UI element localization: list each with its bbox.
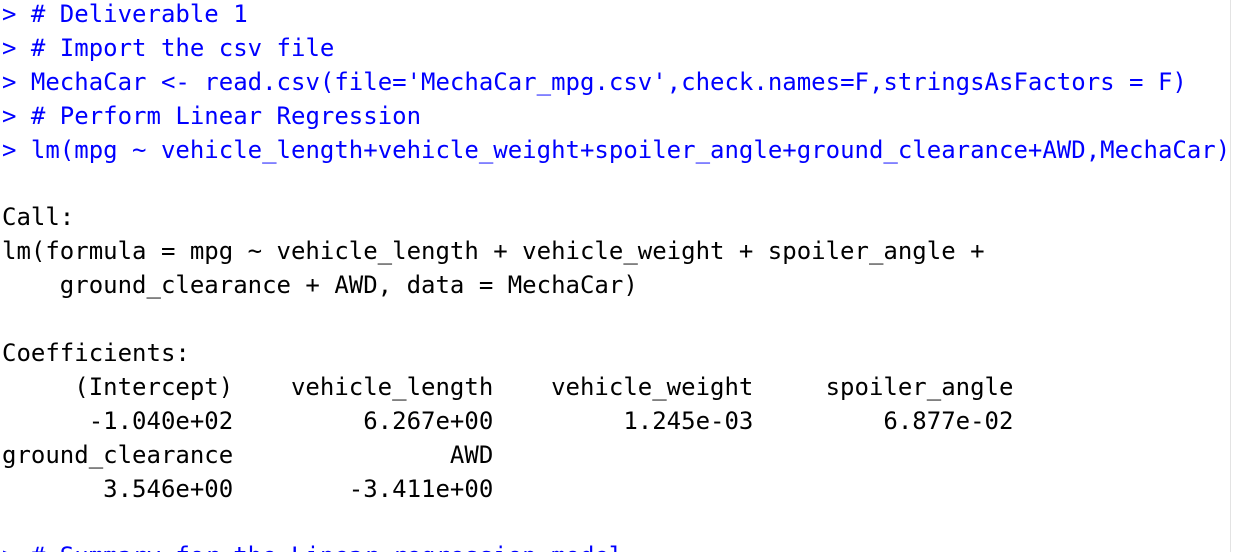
console-prompt: > xyxy=(2,542,31,552)
command-text: # Perform Linear Regression xyxy=(30,102,422,130)
console-prompt: > xyxy=(2,136,31,164)
console-prompt: > xyxy=(2,68,31,96)
console-input-line-partial: > # Summary for the Linear regression mo… xyxy=(2,539,623,552)
call-formula-line: lm(formula = mpg ~ vehicle_length + vehi… xyxy=(2,237,999,265)
console-input-line: > MechaCar <- read.csv(file='MechaCar_mp… xyxy=(2,65,1187,99)
vertical-scrollbar[interactable] xyxy=(1230,0,1240,552)
coefficients-values-row: 3.546e+00 -3.411e+00 xyxy=(2,475,523,503)
console-prompt: > xyxy=(2,102,31,130)
call-formula-line: ground_clearance + AWD, data = MechaCar) xyxy=(2,271,638,299)
command-text: # Summary for the Linear regression mode… xyxy=(31,542,623,552)
command-text: # Deliverable 1 xyxy=(30,0,248,28)
console-input-line: > # Deliverable 1 xyxy=(2,0,248,31)
coefficients-values-row: -1.040e+02 6.267e+00 1.245e-03 6.877e-02 xyxy=(2,407,1043,435)
console-input-line: > lm(mpg ~ vehicle_length+vehicle_weight… xyxy=(2,133,1230,167)
call-label: Call: xyxy=(2,203,75,231)
coefficients-header-row: (Intercept) vehicle_length vehicle_weigh… xyxy=(2,373,1043,401)
console-input-line: > # Import the csv file xyxy=(2,31,334,65)
coefficients-label: Coefficients: xyxy=(2,339,190,367)
command-text: # Import the csv file xyxy=(30,34,335,62)
command-text: lm(mpg ~ vehicle_length+vehicle_weight+s… xyxy=(30,136,1230,164)
console-input-line: > # Perform Linear Regression xyxy=(2,99,421,133)
r-console[interactable]: > # Deliverable 1 > # Import the csv fil… xyxy=(0,0,1230,552)
console-prompt: > xyxy=(2,34,31,62)
console-prompt: > xyxy=(2,0,31,28)
command-text: MechaCar <- read.csv(file='MechaCar_mpg.… xyxy=(30,68,1187,96)
coefficients-header-row: ground_clearance AWD xyxy=(2,441,523,469)
